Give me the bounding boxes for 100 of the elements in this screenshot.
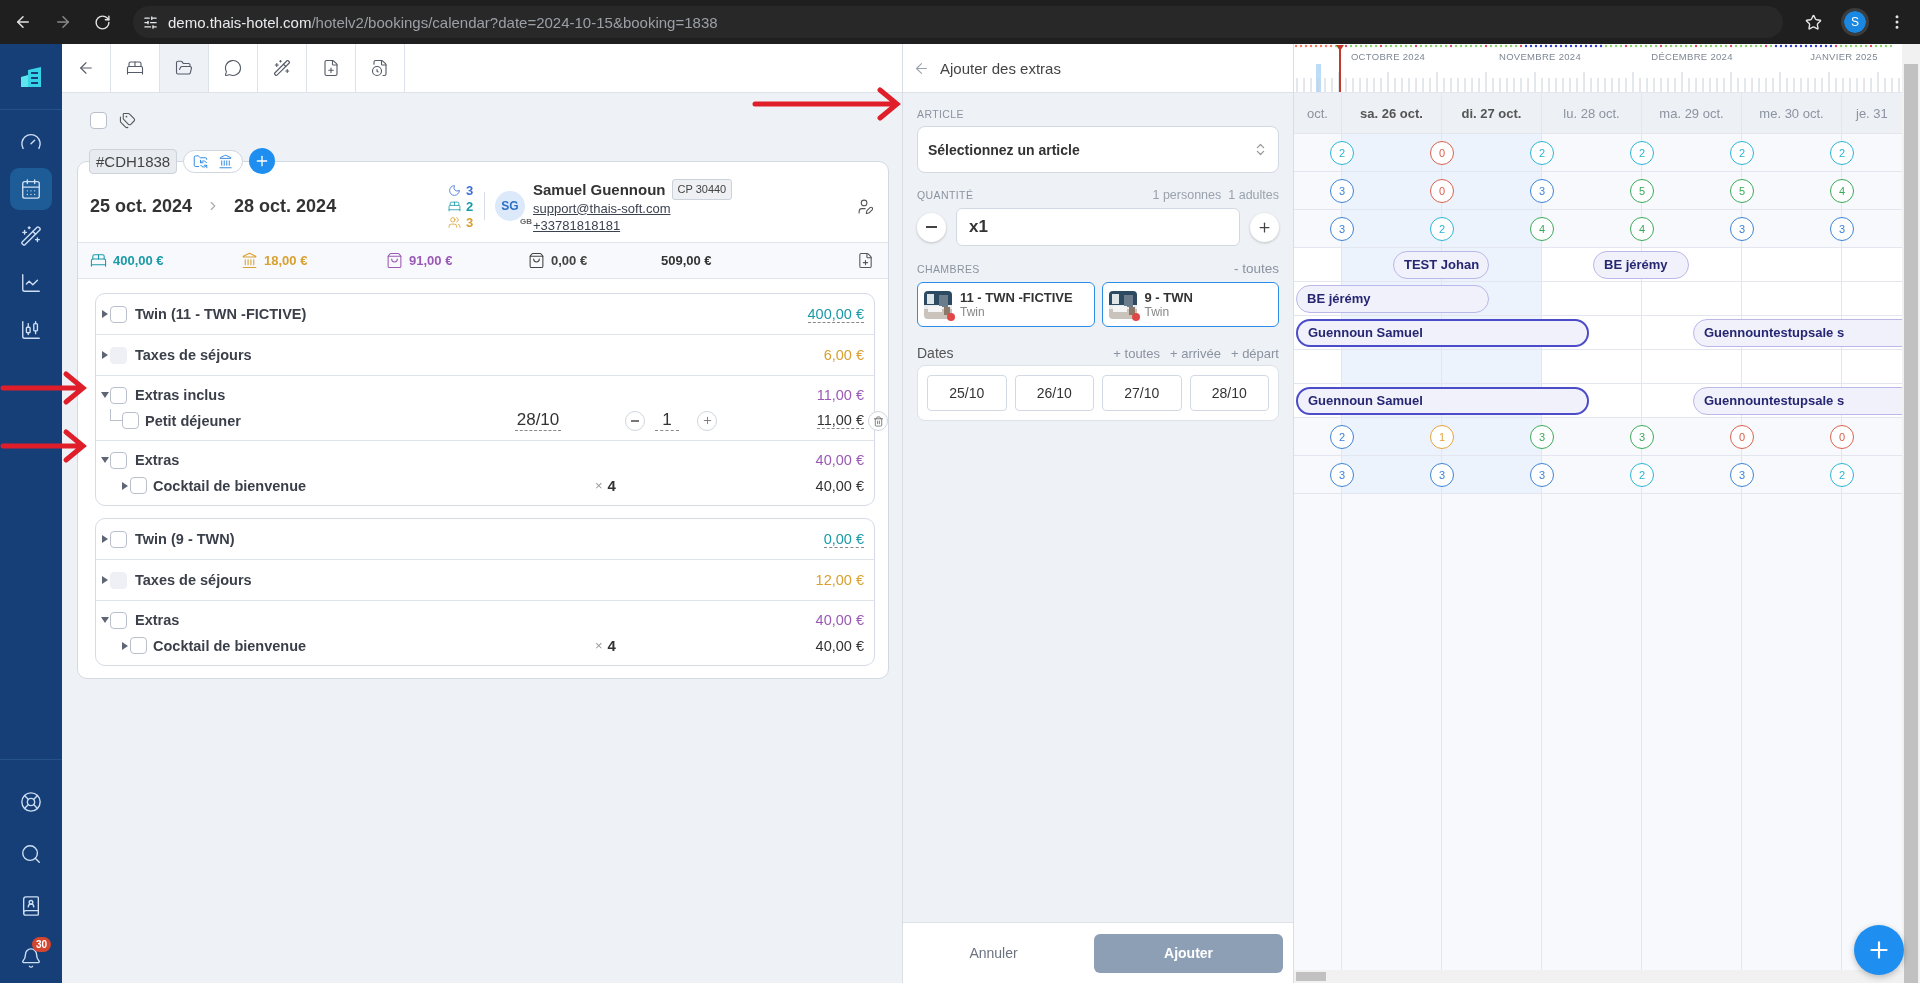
section-amount: 40,00 € [815, 612, 864, 628]
date-field[interactable]: 28/10 [515, 410, 561, 431]
booking-bar[interactable]: Guennoun Samuel [1296, 318, 1589, 347]
month-label: DÉCEMBRE 2024 [1650, 50, 1734, 62]
collapse-arrow-icon[interactable] [100, 455, 110, 465]
month-label: NOVEMBRE 2024 [1497, 50, 1582, 62]
section-label: Extras inclus [135, 387, 226, 403]
trash-icon [872, 415, 884, 427]
notifications-button[interactable]: 30 [10, 937, 52, 979]
site-settings-icon[interactable] [143, 14, 158, 30]
add-invoice-icon[interactable] [857, 252, 874, 269]
booking-bar[interactable]: BE jérémy [1593, 250, 1689, 279]
checkbox[interactable] [130, 637, 147, 654]
bed-icon [90, 252, 107, 269]
booking-bar[interactable]: Guennountestupsale s [1693, 318, 1902, 347]
checkbox[interactable] [110, 305, 127, 323]
day-header: lu. 28 oct. [1562, 105, 1621, 121]
booking-actions-pill[interactable] [183, 149, 244, 173]
profile-avatar[interactable]: S [1844, 11, 1866, 33]
date-button[interactable]: 25/10 [927, 375, 1007, 411]
decrement-button[interactable] [917, 212, 946, 242]
bed-icon [448, 199, 461, 213]
checkbox[interactable] [122, 412, 139, 429]
date-button[interactable]: 28/10 [1189, 375, 1269, 411]
delete-button[interactable] [868, 411, 888, 431]
date-button[interactable]: 26/10 [1014, 375, 1094, 411]
calendar-icon [20, 178, 42, 200]
quantity-input[interactable]: x1 [956, 208, 1240, 246]
date-button[interactable]: 27/10 [1102, 375, 1182, 411]
bank-icon [218, 153, 234, 169]
moon-icon [448, 183, 461, 197]
email-link[interactable]: support@thais-soft.com [533, 199, 733, 217]
checkbox[interactable] [110, 386, 127, 404]
collapse-arrow-icon[interactable] [100, 390, 110, 400]
edit-guest-icon[interactable] [857, 197, 874, 215]
field-label: CHAMBRES [917, 262, 980, 275]
checkbox[interactable] [130, 477, 147, 494]
calendar-button[interactable] [10, 168, 52, 210]
expand-arrow-icon[interactable] [120, 640, 130, 651]
booking-bar[interactable]: BE jérémy [1296, 284, 1489, 313]
bell-icon [20, 947, 42, 969]
checkbox[interactable] [110, 451, 127, 469]
persons-count: 1 personnes [1152, 188, 1222, 202]
nights-count: 3 [466, 182, 474, 198]
cancel-button[interactable]: Annuler [903, 944, 1085, 962]
checkbox[interactable] [110, 611, 127, 629]
availability-count: 3 [1730, 216, 1754, 241]
increment-button[interactable] [1250, 212, 1279, 242]
checkbox[interactable] [90, 112, 107, 129]
today-marker [1334, 44, 1346, 92]
day-header: sa. 26 oct. [1359, 105, 1424, 121]
dates-label: Dates [917, 345, 954, 361]
expand-arrow-icon[interactable] [100, 309, 110, 319]
availability-count: 2 [1830, 140, 1854, 165]
availability-count: 0 [1830, 424, 1854, 449]
collapse-arrow-icon[interactable] [100, 615, 110, 625]
reload-icon[interactable] [94, 13, 111, 31]
scrollbar-thumb[interactable] [1296, 972, 1326, 981]
magic-wand-icon [273, 59, 291, 77]
room-option[interactable]: 11 - TWN -FICTIVE Twin [917, 282, 1095, 327]
extra-label: Cocktail de bienvenue [153, 637, 308, 654]
shopping-bag-icon [386, 252, 403, 269]
field-label: QUANTITÉ [917, 189, 974, 201]
expand-arrow-icon[interactable] [100, 534, 110, 544]
day-header: je. 31 [1854, 105, 1889, 121]
total-amount: 18,00 € [264, 253, 308, 268]
postal-code: CP 30440 [671, 178, 733, 200]
room-amount[interactable]: 400,00 € [807, 305, 864, 323]
decrement-button[interactable] [625, 410, 645, 431]
booking-bar[interactable]: Guennoun Samuel [1296, 386, 1589, 415]
expand-arrow-icon[interactable] [120, 480, 130, 491]
url-field[interactable]: demo.thais-hotel.com/hotelv2/bookings/calendar?date=2024-10-15&booking=1838 [133, 6, 1783, 38]
extra-amount[interactable]: 11,00 € [816, 412, 864, 429]
increment-button[interactable] [697, 410, 717, 431]
availability-count: 5 [1630, 178, 1654, 203]
article-select[interactable]: Sélectionnez un article [917, 126, 1279, 173]
departure-date: 28 oct. 2024 [234, 195, 337, 217]
total-amount: 509,00 € [661, 253, 712, 268]
extra-count: 4 [607, 637, 616, 654]
checkbox[interactable] [110, 530, 127, 548]
extra-count: 4 [607, 477, 616, 494]
section-amount: 6,00 € [823, 347, 864, 363]
folder-sync-icon [193, 153, 209, 169]
room-amount[interactable]: 0,00 € [823, 530, 864, 548]
quantity-field[interactable]: 1 [655, 410, 679, 431]
month-label: JANVIER 2025 [1809, 50, 1879, 62]
tags-icon[interactable] [119, 112, 136, 129]
room-option[interactable]: 9 - TWN Twin [1101, 282, 1279, 327]
add-button[interactable] [249, 148, 276, 174]
back-icon[interactable] [14, 13, 32, 31]
section-amount: 40,00 € [815, 452, 864, 468]
booking-bar[interactable]: Guennountestupsale s [1693, 386, 1902, 415]
availability-count: 2 [1630, 462, 1654, 487]
phone-link[interactable]: +33781818181 [533, 216, 733, 234]
folder-icon [175, 59, 193, 77]
booking-tab[interactable] [160, 44, 209, 92]
bookmark-star-icon[interactable] [1805, 13, 1822, 31]
scrollbar-thumb[interactable] [1904, 64, 1918, 983]
rooms-count: 2 [466, 198, 474, 214]
forward-icon[interactable] [54, 13, 72, 31]
